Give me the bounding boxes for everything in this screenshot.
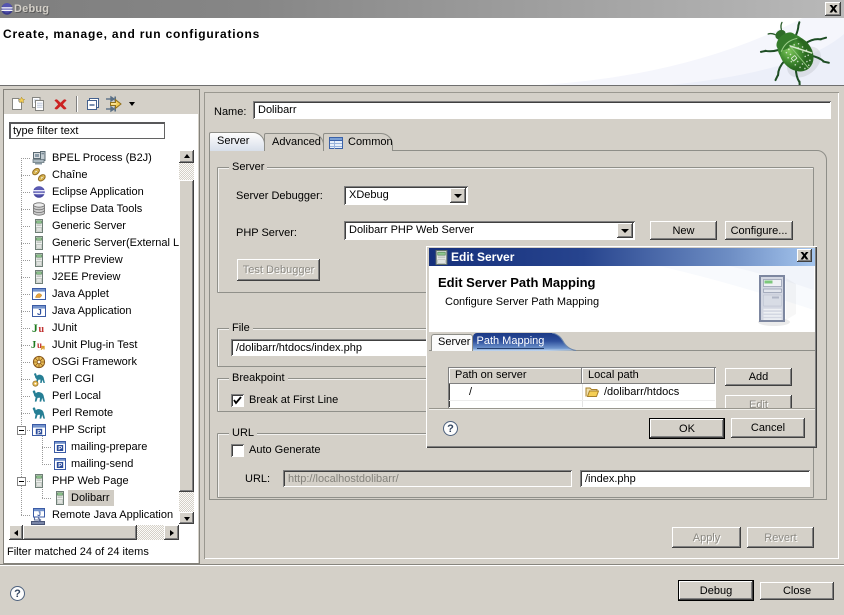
svg-text:J: J [32,323,38,335]
svg-text:P: P [58,446,62,452]
svg-text:J: J [37,511,41,518]
svg-text:P: P [37,430,41,436]
svg-text:J: J [37,307,42,317]
svg-text:u: u [39,324,45,335]
svg-text:P: P [58,463,62,469]
svg-text:J: J [31,340,36,351]
